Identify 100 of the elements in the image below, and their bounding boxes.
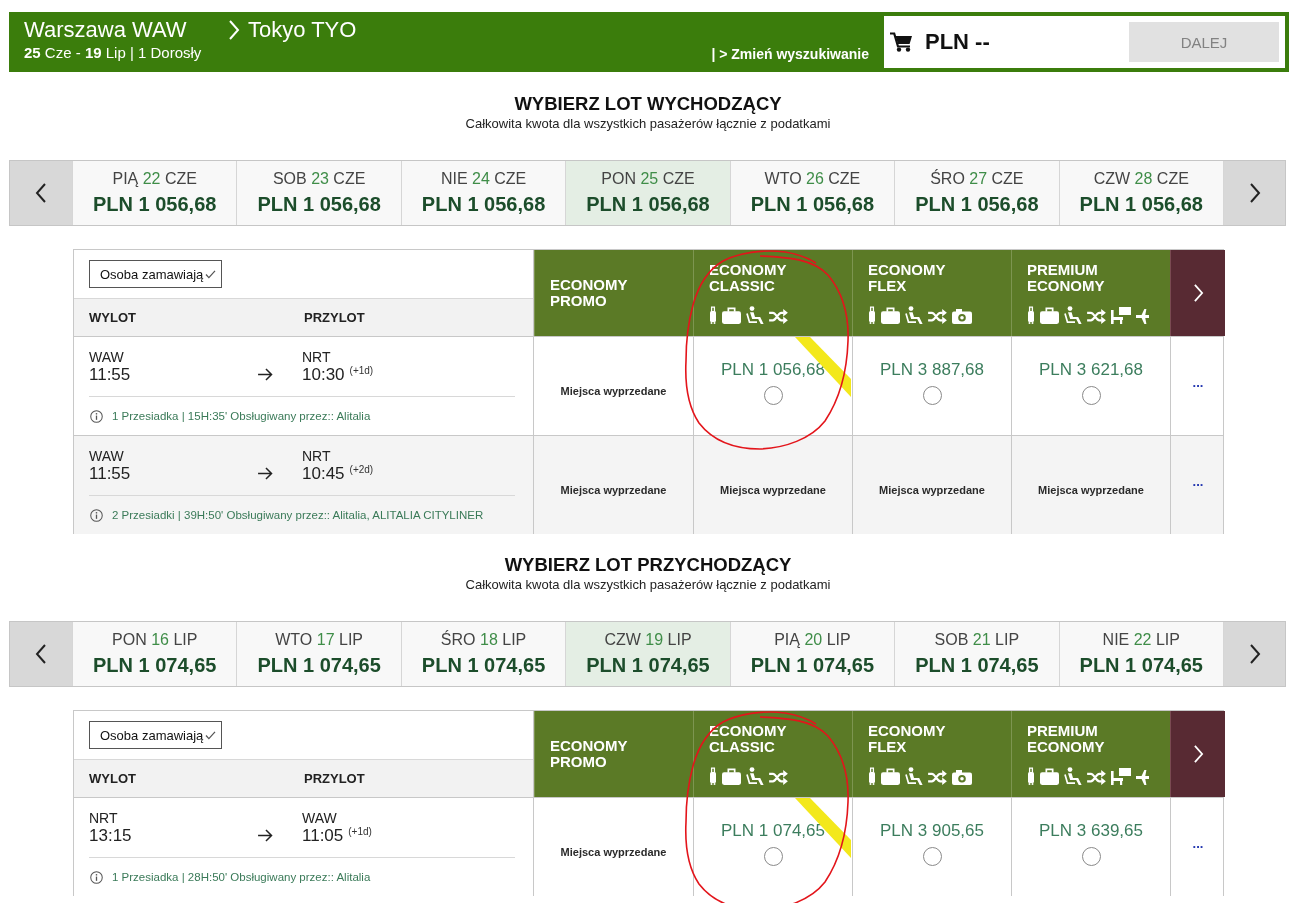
check-icon: [205, 730, 217, 740]
cabin-bag-icon: [1027, 306, 1035, 324]
chevron-right-icon: [228, 20, 240, 40]
chair-desk-icon: [1111, 307, 1131, 324]
shuffle-icon: [769, 309, 788, 324]
radio-button[interactable]: [922, 846, 942, 866]
airport-code: NRT: [302, 449, 331, 464]
suitcase-icon: [1040, 307, 1059, 324]
shuffle-icon: [928, 770, 947, 785]
booker-select[interactable]: Osoba zamawiają: [89, 260, 222, 288]
radio-button[interactable]: [763, 385, 783, 405]
seated-person-icon: [1064, 767, 1082, 785]
info-icon: [90, 508, 103, 522]
sold-out-label: Miejsca wyprzedane: [720, 484, 826, 496]
flight-details: 1 Przesiadka | 28H:50' Obsługiwany przez:: Alitalia: [112, 871, 371, 883]
seated-person-icon: [905, 767, 923, 785]
fare-name: ECONOMY PROMO: [550, 738, 629, 770]
more-options-button[interactable]: ...: [1192, 473, 1204, 489]
airport-code: WAW: [89, 449, 124, 464]
chevron-right-icon: [1248, 644, 1261, 664]
fare-name: ECONOMY FLEX: [868, 262, 947, 294]
airport-code: NRT: [302, 350, 331, 365]
cabin-bag-icon: [709, 306, 717, 324]
shuffle-icon: [769, 770, 788, 785]
chevron-right-icon: [1248, 183, 1261, 203]
flight-time: 11:55: [89, 464, 131, 484]
fare-price: PLN 3 639,65: [1039, 820, 1143, 841]
date-tab[interactable]: CZW 19 LIP PLN 1 074,65: [565, 622, 730, 686]
chevron-left-icon: [35, 183, 47, 203]
column-heading: PRZYLOT: [304, 771, 365, 786]
chevron-right-icon: [1192, 284, 1204, 302]
seated-person-icon: [746, 306, 764, 324]
section-subtitle: Całkowita kwota dla wszystkich pasażerów łącznie z podatkami: [465, 116, 831, 132]
plane-icon: [1136, 309, 1149, 324]
seated-person-icon: [746, 767, 764, 785]
cabin-bag-icon: [709, 767, 717, 785]
fare-price: PLN 3 887,68: [880, 359, 984, 380]
arrow-right-icon: [258, 367, 273, 381]
flight-time: 11:55: [89, 365, 131, 385]
sold-out-label: Miejsca wyprzedane: [560, 484, 667, 496]
fare-name: PREMIUM ECONOMY: [1027, 723, 1106, 755]
flight-time: 11:05: [302, 826, 344, 846]
shuffle-icon: [928, 309, 947, 324]
suitcase-icon: [722, 768, 741, 785]
flight-time: 10:45: [302, 464, 345, 484]
flight-details: 2 Przesiadki | 39H:50' Obsługiwany przez:: Alitalia, ALITALIA CITYLINER: [112, 509, 484, 521]
camera-icon: [952, 770, 972, 785]
arrow-right-icon: [258, 828, 273, 842]
next-fares-button[interactable]: [1170, 711, 1225, 797]
fare-price: PLN 1 074,65: [721, 820, 825, 841]
suitcase-icon: [1040, 768, 1059, 785]
next-fares-button[interactable]: [1170, 250, 1225, 336]
chevron-left-icon: [35, 644, 47, 664]
origin-city: Warszawa WAW: [24, 16, 188, 44]
arrow-right-icon: [258, 466, 273, 480]
day-offset: (+1d): [349, 365, 374, 377]
column-heading: WYLOT: [89, 310, 136, 325]
sold-out-label: Miejsca wyprzedane: [879, 484, 985, 496]
cabin-bag-icon: [868, 306, 876, 324]
shuffle-icon: [1087, 309, 1106, 324]
section-subtitle: Całkowita kwota dla wszystkich pasażerów łącznie z podatkami: [465, 577, 831, 593]
change-search-link[interactable]: | > Zmień wyszukiwanie: [711, 46, 869, 62]
destination-city: Tokyo TYO: [248, 16, 357, 44]
fare-name: ECONOMY CLASSIC: [709, 262, 788, 294]
more-options-button[interactable]: ...: [1192, 374, 1204, 390]
airport-code: WAW: [302, 811, 337, 826]
flight-details: 1 Przesiadka | 15H:35' Obsługiwany przez:: Alitalia: [112, 410, 371, 422]
day-offset: (+1d): [348, 826, 372, 838]
info-icon: [90, 409, 103, 423]
info-icon: [90, 870, 103, 884]
cabin-bag-icon: [868, 767, 876, 785]
column-heading: WYLOT: [89, 771, 136, 786]
chevron-right-icon: [1192, 745, 1204, 763]
camera-icon: [952, 309, 972, 324]
radio-button[interactable]: [763, 846, 783, 866]
section-title: WYBIERZ LOT PRZYCHODZĄCY: [504, 553, 792, 577]
flight-time: 10:30: [302, 365, 345, 385]
fare-price: PLN 3 621,68: [1039, 359, 1143, 380]
date-tab[interactable]: PON 25 CZE PLN 1 056,68: [565, 161, 730, 225]
chair-desk-icon: [1111, 768, 1131, 785]
more-options-button[interactable]: ...: [1192, 835, 1204, 851]
column-heading: PRZYLOT: [304, 310, 365, 325]
shuffle-icon: [1087, 770, 1106, 785]
sold-out-label: Miejsca wyprzedane: [560, 846, 667, 858]
airport-code: NRT: [89, 811, 118, 826]
suitcase-icon: [881, 307, 900, 324]
flight-time: 13:15: [89, 826, 132, 846]
cart-icon: [890, 32, 912, 52]
radio-button[interactable]: [922, 385, 942, 405]
seated-person-icon: [1064, 306, 1082, 324]
fare-name: ECONOMY CLASSIC: [709, 723, 788, 755]
radio-button[interactable]: [1081, 385, 1101, 405]
fare-price: PLN 3 905,65: [880, 820, 984, 841]
radio-button[interactable]: [1081, 846, 1101, 866]
sold-out-label: Miejsca wyprzedane: [560, 385, 667, 397]
fare-name: ECONOMY FLEX: [868, 723, 947, 755]
cart-total: PLN --: [925, 29, 990, 55]
fare-name: ECONOMY PROMO: [550, 277, 629, 309]
booker-select[interactable]: Osoba zamawiają: [89, 721, 222, 749]
cabin-bag-icon: [1027, 767, 1035, 785]
